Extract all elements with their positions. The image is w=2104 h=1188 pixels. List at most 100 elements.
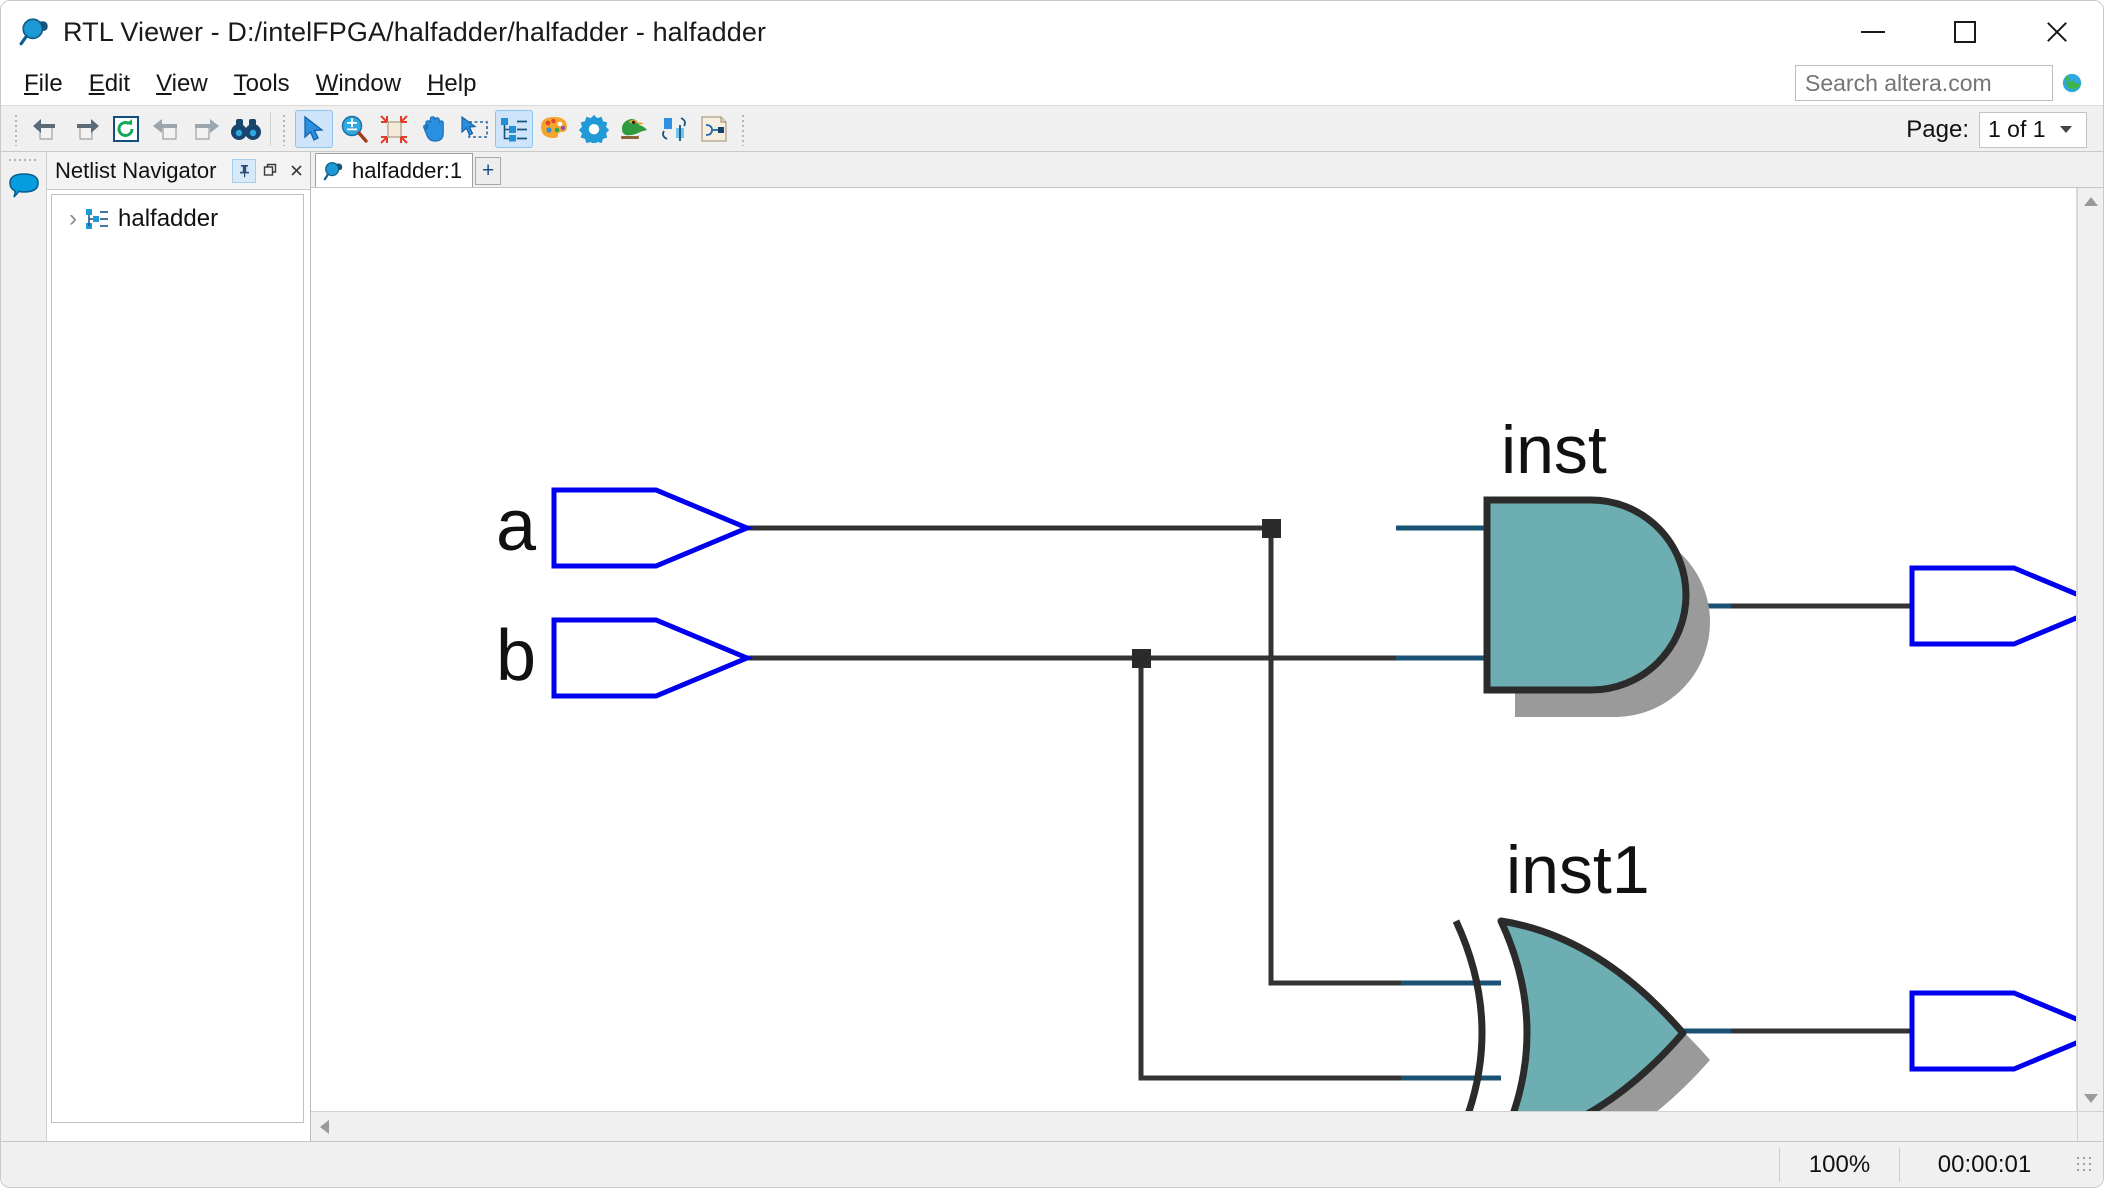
search-input[interactable]: [1795, 65, 2053, 101]
left-rail: [1, 152, 47, 1141]
gate-xor-inst1[interactable]: [1452, 917, 1710, 1111]
rtl-viewer-icon: [323, 161, 343, 180]
hierarchy-icon[interactable]: [495, 109, 533, 148]
add-tab-button[interactable]: +: [475, 157, 502, 185]
refresh-icon[interactable]: [107, 110, 145, 148]
menu-tools[interactable]: Tools: [221, 68, 303, 100]
menu-help[interactable]: Help: [414, 68, 489, 100]
minimize-button[interactable]: [1827, 1, 1919, 63]
main-body: Netlist Navigator › halfadder halfadder:…: [1, 152, 2103, 1141]
area-select-icon[interactable]: [455, 110, 493, 148]
scrollbar-corner: [2077, 1111, 2103, 1141]
main-area: halfadder:1 + a b inst inst1: [311, 152, 2103, 1141]
messages-icon[interactable]: [7, 172, 41, 202]
gate-and-inst[interactable]: [1483, 496, 1710, 717]
arrow-right-icon[interactable]: [187, 110, 225, 148]
scroll-up-button[interactable]: [2078, 188, 2104, 214]
input-port-b[interactable]: [551, 617, 754, 699]
status-zoom: 100%: [1779, 1147, 1899, 1182]
menu-file-rest: ile: [38, 70, 63, 97]
restore-button[interactable]: [258, 159, 282, 183]
gear-icon[interactable]: [575, 110, 613, 148]
toolbar: Page: 1 of 1: [1, 105, 2103, 152]
tab-strip: halfadder:1 +: [311, 152, 2103, 188]
menu-file-label: F: [24, 70, 39, 97]
cursor-select-icon[interactable]: [295, 109, 333, 148]
menu-edit-label: E: [88, 70, 105, 97]
toolbar-grip-1[interactable]: [12, 111, 21, 146]
canvas-wrap: a b inst inst1: [311, 188, 2103, 1111]
binoculars-icon[interactable]: [227, 110, 265, 148]
panel-close-button[interactable]: [284, 159, 308, 183]
menu-help-rest: elp: [444, 70, 477, 97]
rtl-viewer-icon: [19, 18, 48, 46]
tree-item-halfadder[interactable]: › halfadder: [52, 203, 303, 235]
toolbar-separator-1: [270, 111, 271, 146]
page-label: Page:: [1906, 115, 1969, 143]
zoom-icon[interactable]: [335, 110, 373, 148]
back-page-icon[interactable]: [27, 110, 65, 148]
filter-icon[interactable]: [655, 110, 693, 148]
restore-icon: [263, 163, 276, 176]
hierarchy-node-icon: [86, 209, 108, 229]
rtl-viewer-window: RTL Viewer - D:/intelFPGA/halfadder/half…: [0, 0, 2104, 1188]
chevron-down-icon: [2059, 126, 2072, 133]
globe-icon[interactable]: [2061, 72, 2083, 94]
input-port-a[interactable]: [551, 487, 754, 569]
output-port-s[interactable]: [1909, 990, 2077, 1072]
minimize-icon: [1861, 31, 1885, 33]
output-port-c0[interactable]: [1909, 565, 2077, 647]
menu-file[interactable]: File: [11, 68, 76, 100]
chevron-down-icon: [2083, 1093, 2098, 1103]
input-port-a-label: a: [496, 486, 537, 566]
close-icon: [2044, 19, 2070, 45]
menu-edit-rest: dit: [104, 70, 131, 97]
schematic-drawing: a b inst inst1: [496, 412, 2077, 1111]
page-select[interactable]: 1 of 1: [1979, 111, 2087, 148]
wire-b-to-xor: [1138, 658, 1491, 1081]
chevron-right-icon[interactable]: ›: [62, 207, 84, 231]
menu-tools-rest: ools: [245, 70, 290, 97]
pin-button[interactable]: [232, 158, 256, 183]
maximize-button[interactable]: [1919, 1, 2011, 63]
gate-xor-label: inst1: [1506, 832, 1650, 908]
status-bar: 100% 00:00:01: [1, 1141, 2103, 1187]
menu-view-rest: iew: [171, 70, 208, 97]
horizontal-scrollbar[interactable]: [311, 1111, 2077, 1141]
wire-a-to-xor: [1268, 528, 1491, 986]
menu-window[interactable]: Window: [303, 68, 414, 100]
bird-icon[interactable]: [615, 110, 653, 148]
palette-icon[interactable]: [535, 110, 573, 148]
close-icon: [290, 165, 302, 176]
schematic-canvas[interactable]: a b inst inst1: [311, 188, 2077, 1111]
vertical-scrollbar[interactable]: [2077, 188, 2103, 1111]
search-area: [1795, 65, 2083, 101]
fit-in-window-icon[interactable]: [375, 110, 413, 148]
menu-view[interactable]: View: [143, 68, 221, 100]
status-elapsed: 00:00:01: [1899, 1147, 2069, 1182]
gate-and-body: [1483, 496, 1690, 694]
resize-grip[interactable]: [2075, 1154, 2095, 1175]
add-tab-label: +: [481, 159, 495, 182]
scroll-left-button[interactable]: [311, 1114, 337, 1140]
scroll-down-button[interactable]: [2078, 1085, 2104, 1111]
hand-pan-icon[interactable]: [415, 110, 453, 148]
tab-halfadder-1[interactable]: halfadder:1: [315, 153, 474, 187]
chevron-up-icon: [2083, 196, 2098, 206]
gate-xor-arc: [1452, 919, 1486, 1111]
panel-tree: › halfadder: [51, 194, 304, 1123]
rail-grip[interactable]: [8, 156, 39, 164]
menu-tools-label: T: [233, 70, 246, 97]
page-navigator: Page: 1 of 1: [1906, 106, 2087, 153]
page-value: 1 of 1: [1988, 116, 2046, 142]
panel-title: Netlist Navigator: [55, 157, 217, 183]
toolbar-grip-3[interactable]: [739, 111, 748, 146]
schematic-page-icon[interactable]: [695, 110, 733, 148]
menu-edit[interactable]: Edit: [76, 68, 143, 100]
close-button[interactable]: [2011, 1, 2103, 63]
forward-page-icon[interactable]: [67, 110, 105, 148]
wire-group: [747, 525, 1911, 1081]
menu-window-rest: indow: [338, 70, 402, 97]
arrow-left-icon[interactable]: [147, 110, 185, 148]
toolbar-grip-2[interactable]: [280, 111, 289, 146]
